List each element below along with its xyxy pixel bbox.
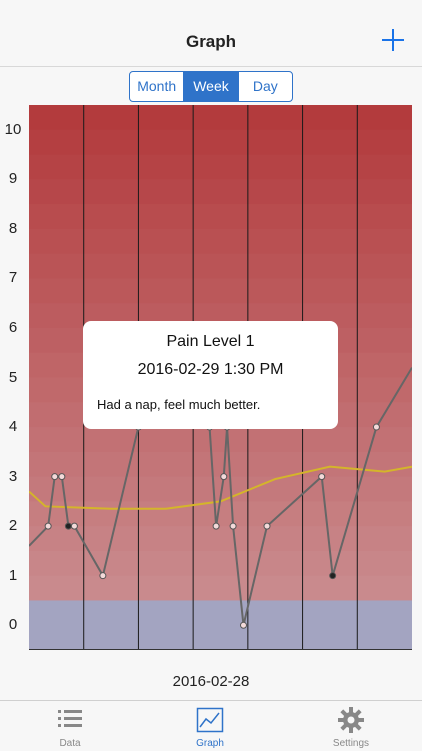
tab-bar: Data Graph Settings [0, 700, 422, 751]
pain-point [220, 473, 228, 481]
pain-point [58, 473, 66, 481]
tab-graph[interactable]: Graph [160, 701, 260, 751]
y-tick-label: 10 [4, 120, 22, 138]
high-zone-band [29, 550, 412, 577]
pain-point [239, 621, 247, 629]
y-tick-label: 7 [8, 269, 18, 287]
x-axis-date-label: 2016-02-28 [172, 673, 250, 690]
high-zone-band [29, 575, 412, 602]
pain-point [99, 572, 107, 580]
high-zone-band [29, 228, 412, 255]
popup-title: Pain Level 1 [166, 333, 255, 350]
y-tick-label: 5 [8, 368, 18, 386]
high-zone-band [29, 427, 412, 453]
navigation-bar: Graph [0, 0, 422, 67]
entry-popup[interactable]: Pain Level 1 2016-02-29 1:30 PM Had a na… [83, 321, 338, 429]
pain-point [318, 473, 326, 481]
y-tick-label: 0 [8, 616, 18, 634]
high-zone-band [29, 105, 412, 131]
pain-point [372, 423, 380, 431]
popup-note: Had a nap, feel much better. [97, 397, 261, 412]
gear-icon [338, 707, 364, 733]
y-tick-label: 3 [8, 467, 18, 485]
high-zone-band [29, 154, 412, 180]
segment-day[interactable]: Day [237, 72, 292, 101]
segment-week[interactable]: Week [183, 72, 238, 101]
pain-point [329, 572, 337, 580]
tab-graph-label: Graph [196, 738, 224, 749]
tab-data[interactable]: Data [20, 701, 120, 751]
tab-data-label: Data [59, 738, 81, 749]
tab-settings-label: Settings [332, 738, 370, 749]
range-segmented-control: Month Week Day [129, 71, 293, 102]
high-zone-band [29, 204, 412, 230]
y-tick-label: 4 [8, 418, 18, 436]
pain-point [263, 522, 271, 530]
graph-icon [196, 707, 224, 733]
list-icon [58, 710, 82, 727]
low-zone-band [29, 600, 412, 650]
high-zone-band [29, 129, 412, 156]
page-title: Graph [185, 32, 237, 51]
pain-point [212, 522, 220, 530]
high-zone-band [29, 501, 412, 527]
add-entry-button[interactable] [382, 29, 404, 51]
high-zone-band [29, 278, 412, 304]
y-tick-label: 6 [8, 318, 18, 336]
high-zone-band [29, 179, 412, 205]
pain-point [70, 522, 78, 530]
y-tick-label: 1 [8, 566, 18, 584]
pain-point [229, 522, 237, 530]
popup-datetime: 2016-02-29 1:30 PM [137, 361, 284, 378]
segment-month[interactable]: Month [130, 72, 183, 101]
pain-point [51, 473, 59, 481]
pain-point [44, 522, 52, 530]
high-zone-band [29, 253, 412, 280]
y-tick-label: 2 [8, 517, 18, 535]
tab-settings[interactable]: Settings [301, 701, 401, 751]
y-tick-label: 9 [8, 170, 18, 188]
pain-point [64, 522, 72, 530]
y-tick-label: 8 [8, 219, 18, 237]
high-zone-band [29, 451, 412, 478]
